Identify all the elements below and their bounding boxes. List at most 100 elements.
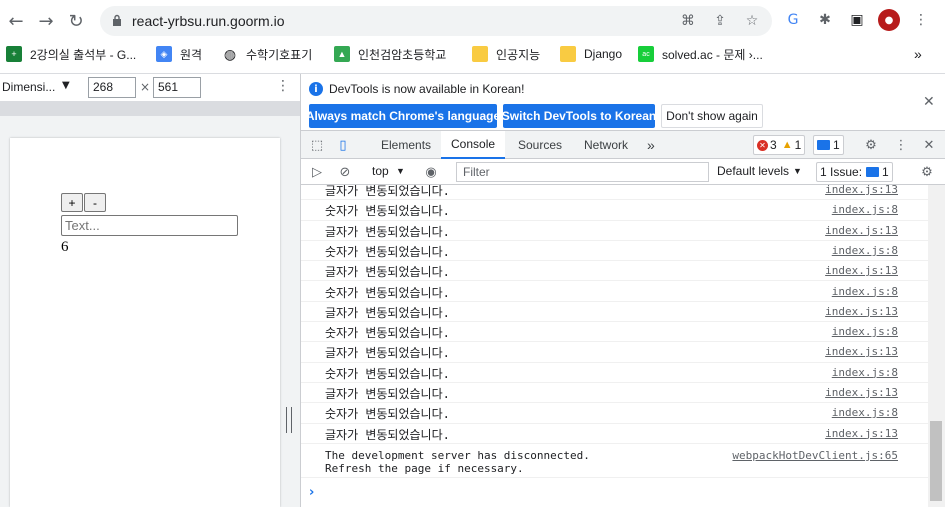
bookmark-item[interactable]: 인공지능 xyxy=(472,42,540,66)
side-panel-icon[interactable]: ▣ xyxy=(848,11,866,29)
message-icon xyxy=(866,167,880,177)
issues-count: 1 xyxy=(882,165,889,179)
console-message-text: 숫자가 변동되었습니다. xyxy=(325,366,450,381)
console-message: 숫자가 변동되었습니다. index.js:8 xyxy=(301,403,928,424)
warning-icon: ▲ xyxy=(781,139,793,151)
console-prompt[interactable]: › xyxy=(309,485,314,500)
console-message-text: 글자가 변동되었습니다. xyxy=(325,346,450,361)
eye-icon[interactable]: ◉ xyxy=(423,164,439,180)
console-message-text: 글자가 변동되었습니다. xyxy=(325,265,450,280)
bookmark-item[interactable]: Django xyxy=(560,42,622,66)
close-icon[interactable]: ✕ xyxy=(923,94,935,110)
close-devtools-icon[interactable]: ✕ xyxy=(921,137,937,153)
console-message-text: 글자가 변동되었습니다. xyxy=(325,185,450,198)
resize-handle[interactable] xyxy=(286,407,292,433)
caret-down-icon[interactable]: ▼ xyxy=(793,166,802,176)
text-input[interactable]: Text... xyxy=(61,215,238,236)
source-link[interactable]: index.js:13 xyxy=(825,224,898,237)
settings-gear-icon[interactable]: ⚙ xyxy=(863,137,879,153)
dont-show-again-button[interactable]: Don't show again xyxy=(661,104,763,128)
console-message: 숫자가 변동되었습니다. index.js:8 xyxy=(301,200,928,221)
browser-toolbar: ← → ↻ react-yrbsu.run.goorm.io ⌘ ⇪ ☆ G ✱… xyxy=(0,0,945,42)
console-message-text: 숫자가 변동되었습니다. xyxy=(325,285,450,300)
tab-console[interactable]: Console xyxy=(441,131,506,159)
always-match-language-button[interactable]: Always match Chrome's language xyxy=(306,104,500,128)
bookmark-item[interactable]: +2강의실 출석부 - G... xyxy=(6,42,136,66)
source-link[interactable]: index.js:8 xyxy=(832,366,898,379)
source-link[interactable]: index.js:13 xyxy=(825,386,898,399)
menu-icon[interactable]: ⋮ xyxy=(912,11,930,29)
clear-console-icon[interactable]: ⊘ xyxy=(337,164,353,180)
translate-icon[interactable]: ⌘ xyxy=(680,13,696,29)
avatar[interactable]: ● xyxy=(878,9,900,31)
folder-icon xyxy=(560,46,576,62)
sidebar-toggle-icon[interactable]: ▷ xyxy=(309,164,325,180)
device-toggle-icon[interactable]: ▯ xyxy=(335,137,351,153)
dimensions-select[interactable]: Dimensi... xyxy=(2,80,55,94)
source-link[interactable]: index.js:8 xyxy=(832,406,898,419)
source-link[interactable]: index.js:8 xyxy=(832,244,898,257)
infobar-text: DevTools is now available in Korean! xyxy=(329,82,525,96)
caret-down-icon[interactable]: ▼ xyxy=(62,80,70,91)
tab-elements[interactable]: Elements xyxy=(371,131,441,159)
address-bar[interactable]: react-yrbsu.run.goorm.io ⌘ ⇪ ☆ xyxy=(100,6,772,36)
issues-button[interactable]: 1 Issue: 1 xyxy=(816,162,893,182)
filter-input[interactable]: Filter xyxy=(456,162,709,182)
source-link[interactable]: index.js:8 xyxy=(832,325,898,338)
source-link[interactable]: index.js:8 xyxy=(832,203,898,216)
console-message: 숫자가 변동되었습니다. index.js:8 xyxy=(301,363,928,383)
bookmark-label: solved.ac - 문제 ›... xyxy=(662,47,763,62)
source-link[interactable]: index.js:13 xyxy=(825,305,898,318)
bookmark-label: 수학기호표기 xyxy=(246,47,313,62)
console-settings-gear-icon[interactable]: ⚙ xyxy=(919,164,935,180)
source-link[interactable]: index.js:8 xyxy=(832,285,898,298)
star-icon[interactable]: ☆ xyxy=(744,13,760,29)
media-query-bar xyxy=(0,102,300,116)
bookmark-item[interactable]: ◍ 수학기호표기 xyxy=(222,42,312,66)
source-link[interactable]: index.js:13 xyxy=(825,427,898,440)
console-message: 글자가 변동되었습니다. index.js:13 xyxy=(301,261,928,282)
console-message-text: 글자가 변동되었습니다. xyxy=(325,427,450,442)
extensions-icon[interactable]: ✱ xyxy=(816,11,834,29)
back-icon[interactable]: ← xyxy=(4,9,28,33)
height-input[interactable]: 561 xyxy=(153,77,201,98)
messages-badge[interactable]: 1 xyxy=(813,135,844,155)
caret-down-icon[interactable]: ▼ xyxy=(396,166,405,176)
more-tabs-button[interactable]: » xyxy=(647,131,655,159)
decrement-button[interactable]: - xyxy=(84,193,106,212)
console-message-text: 숫자가 변동되었습니다. xyxy=(325,326,450,341)
tab-sources[interactable]: Sources xyxy=(508,131,572,159)
log-levels-select[interactable]: Default levels xyxy=(717,164,789,178)
count-value: 6 xyxy=(61,239,69,255)
source-link[interactable]: index.js:13 xyxy=(825,264,898,277)
console-toolbar: ▷ ⊘ top ▼ ◉ Filter Default levels ▼ 1 Is… xyxy=(301,159,945,185)
bookmark-item[interactable]: ac solved.ac - 문제 ›... xyxy=(638,42,763,66)
inspect-element-icon[interactable]: ⬚ xyxy=(309,137,325,153)
increment-button[interactable]: + xyxy=(61,193,83,212)
share-icon[interactable]: ⇪ xyxy=(712,13,728,29)
width-input[interactable]: 268 xyxy=(88,77,136,98)
scrollbar-thumb[interactable] xyxy=(930,421,942,501)
reload-icon[interactable]: ↻ xyxy=(64,9,88,33)
device-emulation-pane: Dimensi... ▼ 268 × 561 ⋮ + - Text... 6 xyxy=(0,74,300,507)
source-link[interactable]: index.js:13 xyxy=(825,185,898,196)
more-options-icon[interactable]: ⋮ xyxy=(276,78,290,94)
language-infobar: i DevTools is now available in Korean! ✕… xyxy=(301,74,945,131)
context-select[interactable]: top xyxy=(372,164,389,178)
switch-to-korean-button[interactable]: Switch DevTools to Korean xyxy=(502,104,656,128)
source-link[interactable]: webpackHotDevClient.js:65 xyxy=(732,449,898,462)
bookmark-item[interactable]: ▲ 인천검암초등학교 xyxy=(334,42,446,66)
more-options-icon[interactable]: ⋮ xyxy=(893,137,909,153)
console-message: 글자가 변동되었습니다. index.js:13 xyxy=(301,342,928,363)
console-message: 글자가 변동되었습니다. index.js:13 xyxy=(301,424,928,444)
console-scrollbar[interactable] xyxy=(928,185,945,507)
bookmarks-more-button[interactable]: » xyxy=(914,42,922,66)
errors-warnings-badge[interactable]: ✕ 3 ▲ 1 xyxy=(753,135,806,155)
console-message: 글자가 변동되었습니다. index.js:13 xyxy=(301,221,928,241)
bookmark-item[interactable]: ◈ 원격 xyxy=(156,42,202,66)
forward-icon[interactable]: → xyxy=(34,9,58,33)
console-message: The development server has disconnected.… xyxy=(301,444,928,478)
source-link[interactable]: index.js:13 xyxy=(825,345,898,358)
tab-network[interactable]: Network xyxy=(574,131,638,159)
google-translate-icon[interactable]: G xyxy=(784,11,802,29)
